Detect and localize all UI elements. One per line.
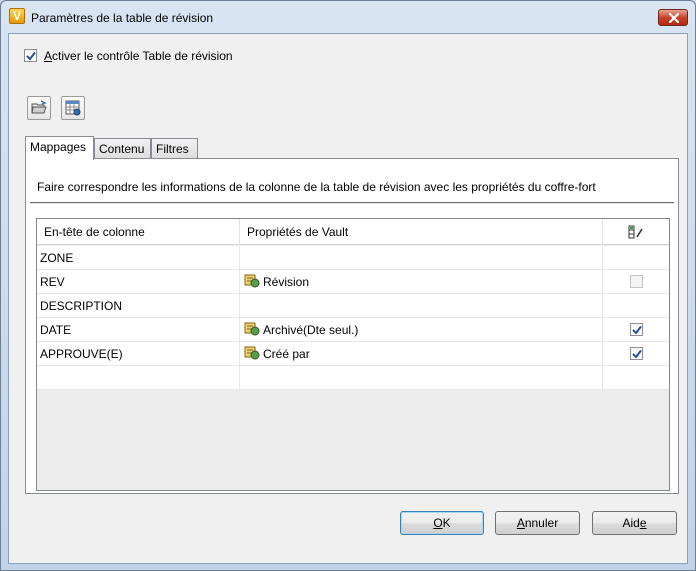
row-column-name: DATE — [37, 318, 240, 342]
open-button[interactable] — [27, 96, 51, 120]
table-row[interactable] — [37, 366, 669, 390]
vault-property-icon — [244, 322, 260, 336]
row-vault-property[interactable]: Archivé(Dte seul.) — [240, 318, 603, 342]
row-vault-property[interactable] — [240, 294, 603, 318]
help-button[interactable]: Aide — [592, 511, 677, 535]
row-vault-property[interactable]: Créé par — [240, 342, 603, 366]
table-row[interactable]: DATE Archivé(Dte seul.) — [37, 318, 669, 342]
row-checkbox[interactable] — [630, 275, 643, 288]
table-settings-button[interactable] — [61, 96, 85, 120]
row-check-cell — [603, 342, 669, 366]
row-column-name: REV — [37, 270, 240, 294]
activer-checkbox[interactable] — [24, 49, 37, 62]
dialog-window: V Paramètres de la table de révision Act… — [0, 0, 696, 571]
close-button[interactable] — [658, 9, 688, 26]
dialog-body: Activer le contrôle Table de révision Ma… — [8, 33, 688, 564]
table-row[interactable]: REV Révision — [37, 270, 669, 294]
open-folder-icon — [31, 100, 47, 114]
tab-contenu[interactable]: Contenu — [94, 138, 151, 160]
row-vault-property[interactable]: Révision — [240, 270, 603, 294]
row-check-cell — [603, 270, 669, 294]
row-check-cell — [603, 366, 669, 390]
close-icon — [669, 13, 679, 23]
row-checkbox[interactable] — [630, 323, 643, 336]
row-check-cell — [603, 318, 669, 342]
row-check-cell — [603, 294, 669, 318]
table-row[interactable]: ZONE — [37, 246, 669, 270]
header-column[interactable]: En-tête de colonne — [37, 219, 240, 245]
table-row[interactable]: DESCRIPTION — [37, 294, 669, 318]
row-checkbox[interactable] — [630, 347, 643, 360]
table-row[interactable]: APPROUVE(E) Créé par — [37, 342, 669, 366]
mapping-grid[interactable]: En-tête de colonne Propriétés de Vault Z… — [36, 218, 670, 491]
table-settings-icon — [65, 100, 81, 116]
window-title: Paramètres de la table de révision — [31, 11, 214, 25]
header-vault-properties[interactable]: Propriétés de Vault — [240, 219, 603, 245]
title-bar[interactable]: V Paramètres de la table de révision — [1, 1, 695, 33]
tab-mappages[interactable]: Mappages — [25, 136, 94, 160]
vault-property-icon — [244, 274, 260, 288]
ok-button[interactable]: OK — [400, 511, 484, 535]
row-column-name: APPROUVE(E) — [37, 342, 240, 366]
checkmark-icon — [632, 325, 642, 335]
checkmark-icon — [26, 51, 36, 61]
checkmark-icon — [632, 349, 642, 359]
header-edit[interactable] — [603, 219, 669, 245]
description-separator-highlight — [30, 203, 674, 204]
row-column-name: ZONE — [37, 246, 240, 270]
row-column-name: DESCRIPTION — [37, 294, 240, 318]
column-edit-icon — [628, 225, 643, 239]
mappages-panel: Faire correspondre les informations de l… — [25, 158, 679, 494]
vault-app-icon: V — [9, 8, 25, 24]
row-column-name — [37, 366, 240, 390]
grid-header: En-tête de colonne Propriétés de Vault — [37, 219, 669, 245]
row-vault-property[interactable] — [240, 366, 603, 390]
tab-filtres[interactable]: Filtres — [151, 138, 198, 160]
cancel-button[interactable]: Annuler — [495, 511, 580, 535]
vault-property-icon — [244, 346, 260, 360]
row-check-cell — [603, 246, 669, 270]
panel-description: Faire correspondre les informations de l… — [37, 180, 596, 194]
activer-label[interactable]: Activer le contrôle Table de révision — [44, 49, 233, 63]
row-vault-property[interactable] — [240, 246, 603, 270]
